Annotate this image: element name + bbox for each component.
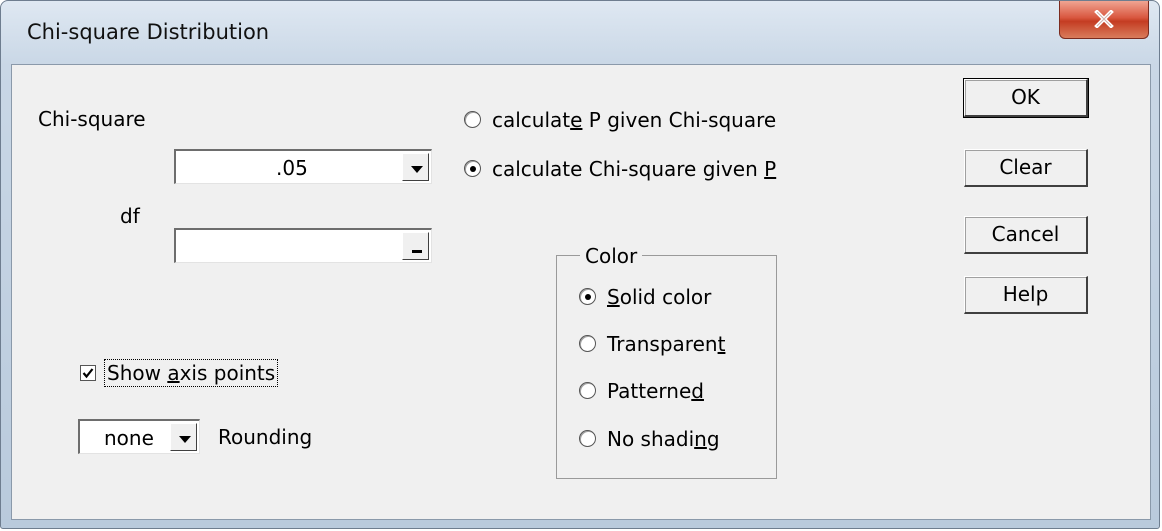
- dialog-window: Chi-square Distribution Chi-square .05 d…: [0, 0, 1160, 529]
- checkmark-icon: [82, 368, 94, 379]
- radio-circle: [579, 382, 596, 399]
- radio-transparent-label: Transparent: [607, 332, 726, 356]
- chevron-down-icon: [411, 166, 423, 173]
- radio-patterned-label: Patterned: [607, 379, 704, 403]
- radio-selected-dot: [470, 166, 476, 172]
- df-combobox[interactable]: [174, 228, 432, 263]
- rounding-dropdown-button[interactable]: [170, 423, 197, 451]
- radio-calculate-p[interactable]: calculate P given Chi-square: [464, 108, 784, 134]
- dialog-body: Chi-square .05 df calculate P given Chi-…: [11, 64, 1151, 520]
- help-button[interactable]: Help: [964, 276, 1088, 314]
- color-group-title: Color: [580, 244, 643, 268]
- rounding-combobox[interactable]: none: [78, 419, 200, 454]
- clear-button[interactable]: Clear: [964, 149, 1088, 187]
- show-axis-points-label[interactable]: Show axis points: [104, 359, 279, 387]
- radio-circle: [464, 160, 481, 177]
- radio-circle: [579, 430, 596, 447]
- collapse-dash-icon: [412, 250, 422, 253]
- radio-no-shading[interactable]: No shading: [579, 427, 759, 453]
- radio-calculate-p-label: calculate P given Chi-square: [492, 108, 777, 132]
- radio-circle: [579, 335, 596, 352]
- rounding-value: none: [104, 426, 154, 450]
- rounding-label: Rounding: [218, 425, 313, 449]
- radio-patterned[interactable]: Patterned: [579, 379, 759, 405]
- radio-circle: [464, 111, 481, 128]
- df-dropdown-button[interactable]: [402, 232, 429, 260]
- radio-calculate-chi-square-label: calculate Chi-square given P: [492, 157, 777, 181]
- df-label: df: [120, 204, 140, 228]
- chi-square-value: .05: [276, 156, 308, 180]
- show-axis-points-checkbox[interactable]: [80, 365, 96, 381]
- chi-square-label: Chi-square: [38, 107, 146, 131]
- close-button[interactable]: [1059, 1, 1149, 39]
- radio-circle: [579, 288, 596, 305]
- chi-square-dropdown-button[interactable]: [402, 153, 429, 181]
- radio-no-shading-label: No shading: [607, 427, 720, 451]
- window-title: Chi-square Distribution: [27, 20, 270, 44]
- radio-solid-color-label: Solid color: [607, 285, 712, 309]
- radio-transparent[interactable]: Transparent: [579, 332, 759, 358]
- radio-selected-dot: [585, 294, 591, 300]
- title-bar[interactable]: Chi-square Distribution: [1, 1, 1159, 63]
- chi-square-combobox[interactable]: .05: [174, 149, 432, 184]
- ok-button[interactable]: OK: [963, 78, 1089, 118]
- radio-solid-color[interactable]: Solid color: [579, 285, 759, 311]
- radio-calculate-chi-square[interactable]: calculate Chi-square given P: [464, 157, 784, 183]
- cancel-button[interactable]: Cancel: [964, 216, 1088, 254]
- chevron-down-icon: [179, 436, 191, 443]
- close-x-icon: [1094, 10, 1114, 28]
